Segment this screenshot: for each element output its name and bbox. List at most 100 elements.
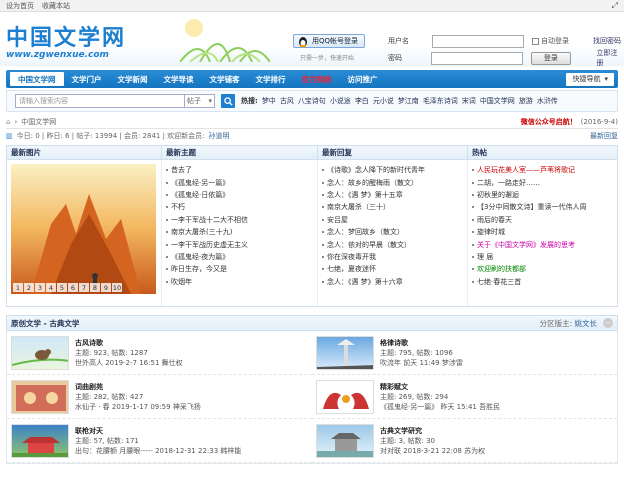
list-item[interactable]: 【3分中同散文诗】重读一代伟人周 (472, 201, 613, 213)
list-item[interactable]: 七绝·春花三首 (472, 276, 613, 288)
hot-word[interactable]: 李白 (355, 96, 369, 106)
forum-last-post[interactable]: 世外高人 2019-2-7 16:51 舞仕权 (75, 358, 183, 368)
forum-item[interactable]: 词曲剧苑 主题: 282, 帖数: 427 水仙子 · 春 2019-1-17 … (7, 375, 312, 419)
slider-page[interactable]: 1 (13, 283, 23, 292)
forum-name[interactable]: 精彩赋文 (380, 382, 500, 392)
login-button[interactable]: 登录 (531, 51, 571, 65)
slider-page[interactable]: 10 (112, 283, 122, 292)
list-item[interactable]: 《孤鬼经·日依篇》 (166, 189, 313, 201)
forum-item[interactable]: 古典文学研究 主题: 3, 帖数: 30 对对联 2018-3-21 22:08… (312, 419, 617, 463)
hot-word[interactable]: 旅游 (519, 96, 533, 106)
nav-item-promo[interactable]: 访问推广 (340, 70, 386, 88)
hot-word[interactable]: 小说途 (330, 96, 351, 106)
list-item[interactable]: 七绝，夏夜迷怀 (322, 263, 463, 275)
forum-last-post[interactable]: 吹流年 前天 11:49 梦涉雷 (380, 358, 463, 368)
search-input[interactable]: 请输入搜索内容 (15, 94, 185, 108)
forum-item[interactable]: 联枪对天 主题: 57, 帖数: 171 出句：花腰额 月腰眼----- 201… (7, 419, 312, 463)
slider-page[interactable]: 8 (90, 283, 100, 292)
forum-name[interactable]: 联枪对天 (75, 426, 241, 436)
hot-word[interactable]: 中国文学网 (480, 96, 515, 106)
list-item[interactable]: 念人：依对的早晨（散文） (322, 238, 463, 250)
forum-thumb[interactable] (11, 335, 69, 370)
forum-item[interactable]: 古风诗歌 主题: 923, 帖数: 1287 世外高人 2019-2-7 16:… (7, 331, 312, 375)
forum-last-post[interactable]: 《孤鬼经·另一篇》 昨天 15:41 吾胜民 (380, 402, 500, 412)
image-slider[interactable]: 1 2 3 4 5 6 7 8 9 10 (11, 164, 156, 294)
site-logo[interactable]: 中国文学网 www.zgwenxue.com (6, 20, 126, 60)
hot-word[interactable]: 梦中 (262, 96, 276, 106)
hot-word[interactable]: 水浒传 (537, 96, 558, 106)
search-type-select[interactable]: 帖子 ▾ (185, 94, 215, 108)
list-item[interactable]: 欢迎刷的扶都部 (472, 263, 613, 275)
password-input[interactable] (431, 51, 524, 65)
list-item[interactable]: 念人：《遇 梦》第十五章 (322, 189, 463, 201)
nav-item-news[interactable]: 文学新闻 (110, 70, 156, 88)
nav-item-portal[interactable]: 文学门户 (64, 70, 110, 88)
find-password-link[interactable]: 找回密码 (593, 36, 621, 46)
set-home-link[interactable]: 设为首页 (6, 1, 34, 11)
nav-item-blog[interactable]: 文学铺客 (202, 70, 248, 88)
hot-word[interactable]: 宋词 (462, 96, 476, 106)
list-item[interactable]: 《诗歌》念人降下的新时代青年 (322, 164, 463, 176)
list-item[interactable]: 安吕屋 (322, 214, 463, 226)
hot-word[interactable]: 八宝诗句 (298, 96, 326, 106)
list-item[interactable]: 南京大屠杀（三十） (322, 201, 463, 213)
hot-word[interactable]: 梦江南 (398, 96, 419, 106)
slider-page[interactable]: 5 (57, 283, 67, 292)
list-item[interactable]: 初秋里的邂逅 (472, 189, 613, 201)
slider-page[interactable]: 3 (35, 283, 45, 292)
slider-page[interactable]: 7 (79, 283, 89, 292)
list-item[interactable]: 一李干军战历史虚无主义 (166, 238, 313, 250)
forum-thumb[interactable] (11, 379, 69, 414)
username-input[interactable] (432, 34, 524, 48)
qq-login-button[interactable]: 用QQ帐号登录 (293, 34, 366, 48)
register-link[interactable]: 立即注册 (597, 48, 624, 68)
forum-thumb[interactable] (11, 423, 69, 458)
collapse-icon[interactable]: − (603, 318, 613, 328)
forum-name[interactable]: 古典文学研究 (380, 426, 485, 436)
list-item[interactable]: 吹烟年 (166, 276, 313, 288)
list-item[interactable]: 你在深夜毒开我 (322, 251, 463, 263)
forum-last-post[interactable]: 出句：花腰额 月腰眼----- 2018-12-31 22:33 韩梓能 (75, 446, 241, 456)
nav-item-guide[interactable]: 文学导读 (156, 70, 202, 88)
list-item[interactable]: 理 届 (472, 251, 613, 263)
forum-name[interactable]: 词曲剧苑 (75, 382, 201, 392)
list-item[interactable]: 《孤鬼经·夜为篇》 (166, 251, 313, 263)
list-item[interactable]: 念人：梦回故乡（散文） (322, 226, 463, 238)
nav-item-home[interactable]: 中国文学网 (10, 72, 64, 86)
list-item[interactable]: 二胡，一路走好…… (472, 176, 613, 188)
auto-login-checkbox[interactable]: 自动登录 (532, 36, 569, 46)
list-item[interactable]: 不朽 (166, 201, 313, 213)
forum-last-post[interactable]: 对对联 2018-3-21 22:08 苏为权 (380, 446, 485, 456)
list-item[interactable]: 人民玩花美人室——芦苇将歌记 (472, 164, 613, 176)
quick-nav-button[interactable]: 快捷导航 ▾ (566, 72, 614, 86)
breadcrumb-home[interactable]: 中国文学网 (21, 117, 56, 127)
nav-item-rank[interactable]: 文学排行 (248, 70, 294, 88)
slider-page[interactable]: 2 (24, 283, 34, 292)
nav-item-official[interactable]: 官方网络 (294, 70, 340, 88)
list-item[interactable]: 南京大屠杀(三十九) (166, 226, 313, 238)
forum-thumb[interactable] (316, 379, 374, 414)
expand-icon[interactable]: ⤢ (612, 1, 618, 11)
list-item[interactable]: 雨后的春天 (472, 214, 613, 226)
hot-word[interactable]: 元小说 (373, 96, 394, 106)
forum-thumb[interactable] (316, 335, 374, 370)
slider-page[interactable]: 4 (46, 283, 56, 292)
forum-thumb[interactable] (316, 423, 374, 458)
forum-item[interactable]: 格律诗歌 主题: 795, 帖数: 1096 吹流年 前天 11:49 梦涉雷 (312, 331, 617, 375)
hot-word[interactable]: 毛泽东诗词 (423, 96, 458, 106)
forum-last-post[interactable]: 水仙子 · 春 2019-1-17 09:59 神采飞扬 (75, 402, 201, 412)
list-item[interactable]: 念人：故乡的醒梅雨（散文） (322, 176, 463, 188)
forum-name[interactable]: 古风诗歌 (75, 338, 183, 348)
moderator-link[interactable]: 姚文长 (575, 319, 598, 328)
forum-item[interactable]: 精彩赋文 主题: 269, 帖数: 294 《孤鬼经·另一篇》 昨天 15:41… (312, 375, 617, 419)
new-member-link[interactable]: 孙道明 (209, 131, 230, 141)
list-item[interactable]: 《孤鬼经·另一篇》 (166, 176, 313, 188)
list-item[interactable]: 旋律时城 (472, 226, 613, 238)
list-item[interactable]: 关于《中国文学网》发展的思考 (472, 238, 613, 250)
slider-page[interactable]: 9 (101, 283, 111, 292)
site-notice[interactable]: 微信公众号启航！ (521, 117, 577, 127)
slider-page[interactable]: 6 (68, 283, 78, 292)
home-icon[interactable]: ⌂ (6, 118, 10, 126)
latest-replies-link[interactable]: 最新回复 (590, 131, 618, 141)
favorite-link[interactable]: 收藏本站 (42, 1, 70, 11)
